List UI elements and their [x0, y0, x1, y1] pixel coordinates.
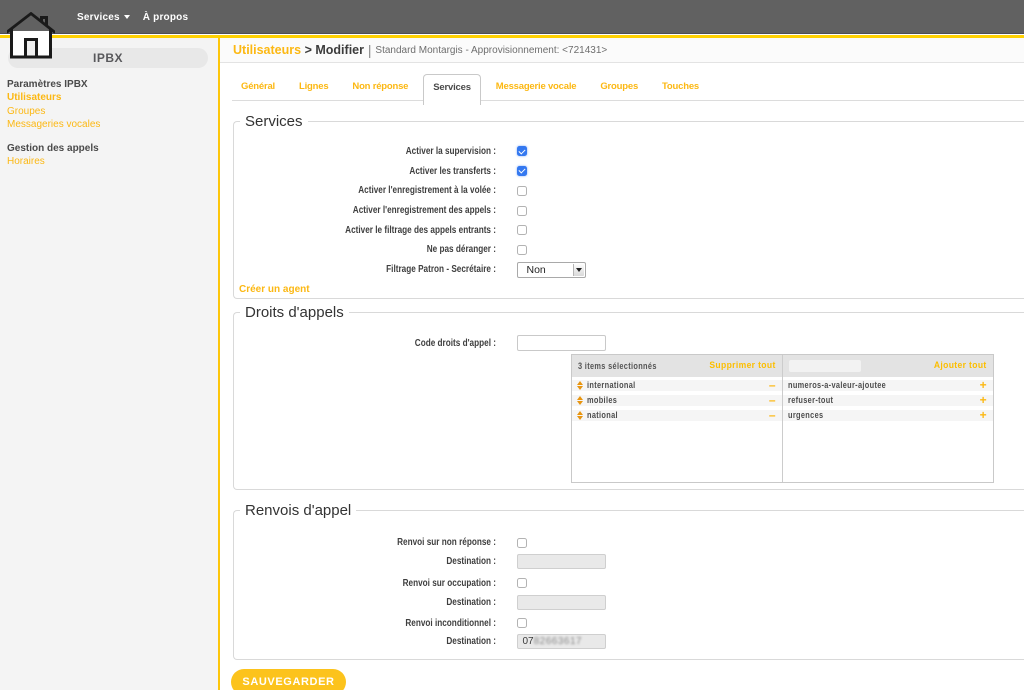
destination-inconditionnel-input[interactable]: 0782663617 [517, 634, 606, 649]
available-item-urgences[interactable]: urgences + [783, 410, 993, 421]
tab-services[interactable]: Services [423, 74, 481, 105]
menu-services[interactable]: Services [77, 12, 130, 23]
redacted-digits: 82663617 [534, 636, 583, 647]
sidebar: IPBX Paramètres IPBX Utilisateurs Groupe… [0, 38, 220, 690]
row-code-droits: Code droits d'appel : [234, 335, 1024, 351]
selected-item-national[interactable]: national – [572, 410, 782, 421]
renvois-section: Renvois d'appel Renvoi sur non réponse :… [233, 510, 1024, 661]
tab-groupes[interactable]: Groupes [591, 74, 647, 100]
available-panel: Ajouter tout numeros-a-valeur-ajoutee + … [783, 355, 993, 482]
tab-touches[interactable]: Touches [653, 74, 708, 100]
selected-panel: 3 items sélectionnés Supprimer tout inte… [572, 355, 783, 482]
services-section: Services Activer la supervision : Active… [233, 121, 1024, 299]
transferts-checkbox[interactable] [517, 166, 527, 176]
row-renvoi-occupation: Renvoi sur occupation : [234, 578, 1024, 588]
row-destination-3: Destination : 0782663617 [234, 634, 1024, 649]
droits-dual-list: 3 items sélectionnés Supprimer tout inte… [571, 354, 994, 483]
topbar: Services À propos [0, 0, 1024, 34]
tab-general[interactable]: Général [232, 74, 284, 100]
row-destination-1: Destination : [234, 554, 1024, 569]
remove-item-icon[interactable]: – [769, 395, 776, 405]
add-item-icon[interactable]: + [980, 380, 987, 390]
enregistrement-volee-checkbox[interactable] [517, 186, 527, 196]
add-all-link[interactable]: Ajouter tout [934, 360, 987, 371]
accent-line [0, 35, 1024, 38]
menu-services-label: Services [77, 12, 120, 23]
tab-messagerie-vocale[interactable]: Messagerie vocale [487, 74, 586, 100]
sidebar-section-gestion-appels: Gestion des appels [7, 142, 210, 155]
save-button[interactable]: SAUVEGARDER [231, 669, 346, 690]
sidebar-item-utilisateurs[interactable]: Utilisateurs [7, 91, 210, 105]
selected-item-international[interactable]: international – [572, 380, 782, 391]
row-enregistrement-volee: Activer l'enregistrement à la volée : [234, 181, 1024, 201]
droits-section: Droits d'appels Code droits d'appel : 3 … [233, 312, 1024, 490]
filtrage-entrants-checkbox[interactable] [517, 225, 527, 235]
filtrage-patron-select-value: Non [527, 264, 546, 276]
row-renvoi-non-reponse: Renvoi sur non réponse : [234, 538, 1024, 548]
destination-non-reponse-input[interactable] [517, 554, 606, 569]
sidebar-section-parametres: Paramètres IPBX [7, 78, 210, 91]
reorder-icon[interactable] [577, 411, 583, 420]
tab-non-reponse[interactable]: Non réponse [343, 74, 417, 100]
reorder-icon[interactable] [577, 396, 583, 405]
creer-agent-link[interactable]: Créer un agent [239, 284, 310, 295]
enregistrement-appels-checkbox[interactable] [517, 206, 527, 216]
row-filtrage-patron: Filtrage Patron - Secrétaire : Non [234, 260, 1024, 280]
available-panel-header: Ajouter tout [783, 355, 993, 377]
available-search-input[interactable] [789, 360, 861, 372]
available-item-numeros[interactable]: numeros-a-valeur-ajoutee + [783, 380, 993, 391]
menu-apropos[interactable]: À propos [143, 12, 189, 23]
code-droits-input[interactable] [517, 335, 606, 351]
sidebar-nav: Paramètres IPBX Utilisateurs Groupes Mes… [7, 78, 210, 168]
available-item-refuser-tout[interactable]: refuser-tout + [783, 395, 993, 406]
menu-apropos-label: À propos [143, 12, 189, 23]
supervision-checkbox[interactable] [517, 146, 527, 156]
destination-occupation-input[interactable] [517, 595, 606, 610]
chevron-down-icon [124, 15, 130, 19]
select-caret-icon [576, 268, 582, 272]
home-icon[interactable] [7, 12, 55, 59]
main-content: Utilisateurs > Modifier | Standard Monta… [220, 38, 1024, 690]
breadcrumb-separator: > [305, 43, 312, 57]
reorder-icon[interactable] [577, 381, 583, 390]
remove-item-icon[interactable]: – [769, 380, 776, 390]
remove-all-link[interactable]: Supprimer tout [710, 360, 776, 371]
ne-pas-deranger-checkbox[interactable] [517, 245, 527, 255]
renvois-section-title: Renvois d'appel [240, 502, 356, 520]
breadcrumb-utilisateurs[interactable]: Utilisateurs [233, 43, 301, 57]
row-ne-pas-deranger: Ne pas déranger : [234, 240, 1024, 260]
renvoi-inconditionnel-checkbox[interactable] [517, 618, 527, 628]
droits-section-title: Droits d'appels [240, 304, 349, 322]
row-transferts: Activer les transferts : [234, 161, 1024, 181]
topbar-menu: Services À propos [77, 0, 188, 34]
selected-count-label: 3 items sélectionnés [578, 361, 657, 371]
row-supervision: Activer la supervision : [234, 142, 1024, 162]
row-destination-2: Destination : [234, 595, 1024, 610]
filtrage-patron-select[interactable]: Non [517, 262, 586, 278]
tab-bar: GénéralLignesNon réponseServicesMessager… [232, 74, 1024, 105]
add-item-icon[interactable]: + [980, 410, 987, 420]
sidebar-item-messageries-vocales[interactable]: Messageries vocales [7, 118, 210, 132]
row-enregistrement-appels: Activer l'enregistrement des appels : [234, 201, 1024, 221]
row-renvoi-inconditionnel: Renvoi inconditionnel : [234, 618, 1024, 628]
remove-item-icon[interactable]: – [769, 410, 776, 420]
selected-item-mobiles[interactable]: mobiles – [572, 395, 782, 406]
select-dropdown-button[interactable] [573, 264, 584, 276]
row-filtrage-entrants: Activer le filtrage des appels entrants … [234, 220, 1024, 240]
add-item-icon[interactable]: + [980, 395, 987, 405]
selected-panel-header: 3 items sélectionnés Supprimer tout [572, 355, 782, 377]
services-section-title: Services [240, 113, 308, 131]
breadcrumb-page-title: Modifier [315, 43, 364, 57]
renvoi-non-reponse-checkbox[interactable] [517, 538, 527, 548]
breadcrumb-context: Standard Montargis - Approvisionnement: … [375, 45, 607, 56]
breadcrumb: Utilisateurs > Modifier | Standard Monta… [220, 38, 1024, 63]
app-frame: IPBX Paramètres IPBX Utilisateurs Groupe… [0, 38, 1024, 690]
tab-lignes[interactable]: Lignes [290, 74, 337, 100]
sidebar-item-groupes[interactable]: Groupes [7, 105, 210, 119]
renvoi-occupation-checkbox[interactable] [517, 578, 527, 588]
sidebar-item-horaires[interactable]: Horaires [7, 155, 210, 169]
